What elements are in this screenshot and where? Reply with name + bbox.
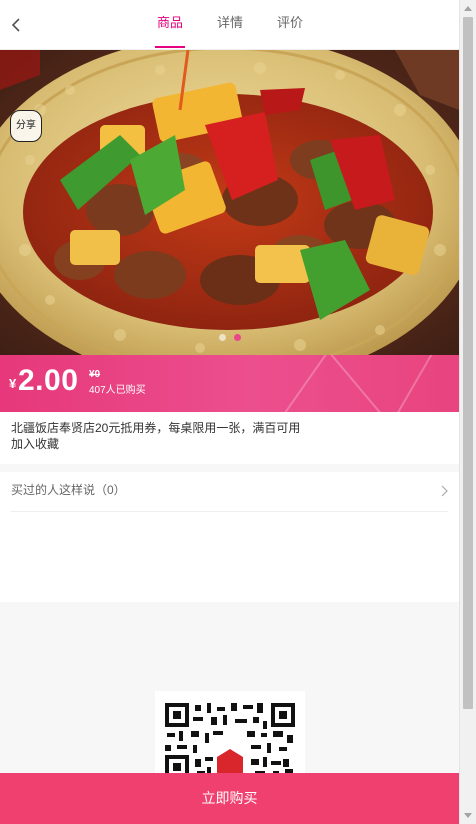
scrollbar-thumb[interactable] — [463, 17, 473, 709]
decorative-streak — [324, 355, 398, 412]
back-button[interactable] — [6, 13, 26, 37]
sold-count: 407人已购买 — [89, 385, 146, 396]
scroll-down-arrow-icon[interactable] — [464, 813, 472, 818]
decorative-streak — [268, 355, 334, 412]
qr-code — [155, 691, 305, 781]
currency-symbol: ¥ — [9, 376, 17, 391]
qr-code-image — [163, 701, 297, 781]
vertical-scrollbar[interactable] — [459, 0, 476, 824]
carousel-dots — [0, 334, 459, 341]
product-image-carousel[interactable]: 分享 — [0, 50, 459, 355]
carousel-dot-active[interactable] — [233, 334, 241, 341]
product-title: 北疆饭店奉贤店20元抵用券，每桌限用一张，满百可用 — [11, 421, 301, 435]
dish-photo — [0, 50, 459, 355]
product-info: 北疆饭店奉贤店20元抵用券，每桌限用一张，满百可用 加入收藏 — [0, 412, 459, 464]
sale-price: 2.00 — [18, 364, 79, 397]
chevron-left-icon — [11, 18, 20, 32]
product-page: 商品 详情 评价 分享 ¥ 2.00 ¥0 407人已购买 北疆饭店奉贤店20元… — [0, 0, 459, 824]
tab-details[interactable]: 详情 — [200, 0, 260, 50]
original-price: ¥0 — [89, 369, 101, 380]
scroll-up-arrow-icon[interactable] — [464, 6, 472, 11]
reviews-section: 买过的人这样说（0） — [0, 472, 459, 602]
add-favorite-link[interactable]: 加入收藏 — [11, 437, 448, 452]
carousel-dot[interactable] — [218, 334, 226, 341]
top-nav: 商品 详情 评价 — [0, 0, 459, 50]
tab-goods[interactable]: 商品 — [140, 0, 200, 50]
tab-bar: 商品 详情 评价 — [140, 0, 320, 50]
buy-now-button[interactable]: 立即购买 — [0, 773, 459, 824]
chevron-right-icon — [441, 485, 448, 497]
reviews-row[interactable]: 买过的人这样说（0） — [11, 472, 448, 512]
share-button[interactable]: 分享 — [10, 110, 42, 142]
tab-reviews[interactable]: 评价 — [260, 0, 320, 50]
reviews-label: 买过的人这样说（0） — [11, 483, 126, 497]
price-bar: ¥ 2.00 ¥0 407人已购买 — [0, 355, 459, 412]
decorative-streak — [382, 355, 440, 412]
